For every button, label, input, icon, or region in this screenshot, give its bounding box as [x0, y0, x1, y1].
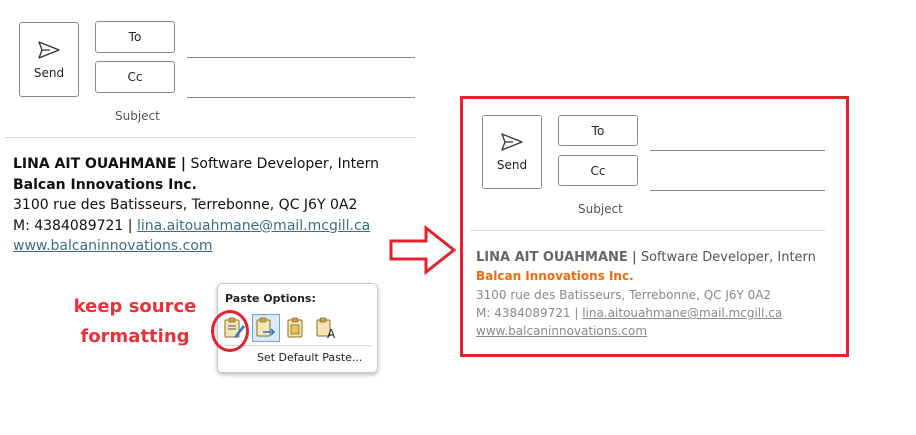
signature-name-result: LINA AIT OUAHMANE — [476, 250, 628, 265]
right-arrow-icon — [389, 224, 457, 276]
signature-line-contact: M: 4384089721 | lina.aitouahmane@mail.mc… — [13, 216, 379, 237]
to-label-result: To — [591, 123, 605, 138]
cc-button[interactable]: Cc — [95, 61, 175, 93]
signature-separator: | — [180, 156, 187, 172]
cc-input[interactable] — [187, 96, 415, 98]
signature-line-contact-result: M: 4384089721 | lina.aitouahmane@mail.mc… — [476, 304, 816, 322]
subject-field-result[interactable]: Subject — [578, 202, 623, 216]
signature-company-result: Balcan Innovations Inc. — [476, 269, 634, 283]
signature-company: Balcan Innovations Inc. — [13, 176, 197, 193]
send-icon — [501, 133, 523, 151]
annotation-line2: formatting — [80, 326, 190, 347]
highlight-circle — [211, 310, 249, 352]
compose-divider — [5, 137, 416, 138]
cc-button-result[interactable]: Cc — [558, 155, 638, 186]
paste-options-title: Paste Options: — [225, 292, 316, 305]
signature-mobile: M: 4384089721 | — [13, 217, 133, 234]
signature-role-result: Software Developer, Intern — [640, 250, 816, 265]
cc-input-result[interactable] — [650, 189, 825, 191]
signature-block-result[interactable]: LINA AIT OUAHMANE | Software Developer, … — [476, 249, 816, 340]
subject-field[interactable]: Subject — [115, 109, 160, 123]
merge-formatting-icon[interactable] — [252, 314, 280, 342]
keep-text-only-icon[interactable]: A — [314, 316, 338, 341]
signature-block[interactable]: LINA AIT OUAHMANE | Software Developer, … — [13, 154, 379, 257]
send-label: Send — [33, 65, 65, 80]
signature-role: Software Developer, Intern — [190, 156, 380, 172]
signature-email-link-result[interactable]: lina.aitouahmane@mail.mcgill.ca — [582, 306, 782, 320]
annotation-keep-source-formatting: keep source formatting — [70, 292, 200, 352]
cc-label-result: Cc — [590, 163, 606, 178]
signature-name: LINA AIT OUAHMANE — [13, 156, 177, 172]
picture-paste-icon[interactable] — [284, 316, 308, 340]
signature-address: 3100 rue des Batisseurs, Terrebonne, QC … — [13, 197, 358, 213]
compose-divider-result — [470, 230, 825, 231]
signature-mobile-result: M: 4384089721 | — [476, 306, 579, 320]
send-icon — [38, 40, 60, 59]
to-input-result[interactable] — [650, 149, 825, 151]
signature-line-name-result: LINA AIT OUAHMANE | Software Developer, … — [476, 249, 816, 267]
signature-address-result: 3100 rue des Batisseurs, Terrebonne, QC … — [476, 288, 772, 302]
signature-email-link[interactable]: lina.aitouahmane@mail.mcgill.ca — [137, 218, 370, 234]
svg-text:A: A — [327, 327, 336, 340]
signature-website-link-result[interactable]: www.balcaninnovations.com — [476, 324, 647, 338]
send-button-result[interactable]: Send — [482, 115, 542, 189]
to-button[interactable]: To — [95, 21, 175, 53]
to-input[interactable] — [187, 56, 415, 58]
signature-line-name: LINA AIT OUAHMANE | Software Developer, … — [13, 154, 379, 175]
set-default-paste-item[interactable]: Set Default Paste... — [257, 351, 362, 364]
signature-separator-result: | — [631, 250, 637, 265]
annotation-line1: keep source — [73, 296, 197, 317]
signature-website-link[interactable]: www.balcaninnovations.com — [13, 238, 213, 254]
send-label-result: Send — [496, 158, 528, 172]
to-button-result[interactable]: To — [558, 115, 638, 146]
to-label: To — [128, 30, 142, 44]
popup-separator — [224, 345, 372, 346]
cc-label: Cc — [127, 70, 143, 84]
send-button[interactable]: Send — [19, 22, 79, 97]
